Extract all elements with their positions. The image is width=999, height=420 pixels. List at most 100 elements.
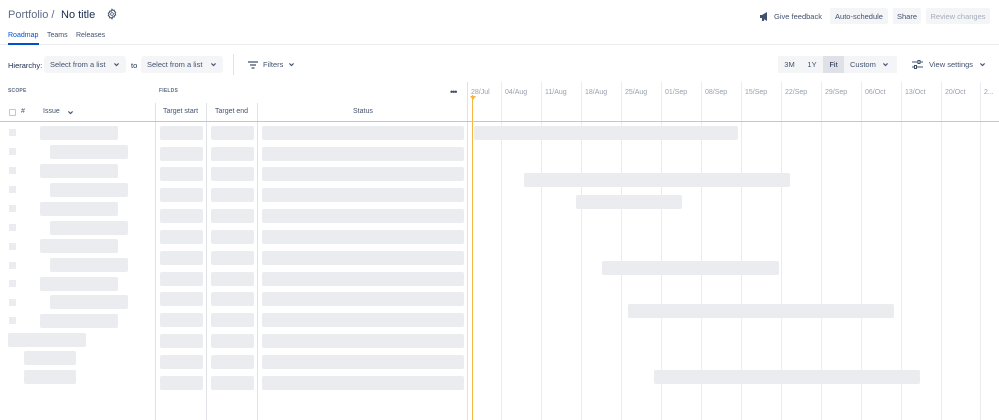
toolbar: Hierarchy: Select from a list to Select …: [0, 54, 999, 76]
row-checkbox[interactable]: [9, 243, 16, 250]
skeleton-status: [262, 147, 464, 161]
skeleton-issue: [50, 183, 128, 197]
hierarchy-from-value: Select from a list: [50, 60, 106, 69]
timeline-date-label: 08/Sep: [705, 89, 728, 96]
tab-releases[interactable]: Releases: [76, 32, 105, 39]
filters-label: Filters: [263, 60, 284, 69]
skeleton-status: [262, 313, 464, 327]
status-column-header[interactable]: Status: [353, 108, 373, 115]
skeleton-issue: [40, 202, 118, 216]
issue-column-header[interactable]: Issue: [43, 108, 60, 115]
skeleton-target-end: [211, 209, 254, 223]
row-checkbox[interactable]: [9, 280, 16, 287]
skeleton-target-start: [160, 376, 203, 390]
skeleton-timeline-bar: [654, 370, 920, 384]
target-end-column-header[interactable]: Target end: [215, 108, 248, 115]
sliders-icon: [912, 60, 923, 69]
view-settings-button[interactable]: View settings: [912, 56, 992, 73]
skeleton-target-end: [211, 272, 254, 286]
filters-button[interactable]: Filters: [248, 56, 300, 73]
range-custom-button[interactable]: Custom: [844, 56, 897, 73]
active-tab-indicator: [8, 43, 39, 45]
skeleton-status: [262, 334, 464, 348]
timeline-gridline: [980, 82, 981, 420]
timeline-date-label: 01/Sep: [665, 89, 688, 96]
tab-roadmap[interactable]: Roadmap: [8, 32, 38, 39]
gear-icon[interactable]: [106, 8, 118, 20]
skeleton-timeline-bar: [524, 173, 790, 187]
hierarchy-label: Hierarchy:: [8, 61, 43, 70]
row-checkbox[interactable]: [9, 129, 16, 136]
row-checkbox[interactable]: [9, 205, 16, 212]
row-checkbox[interactable]: [9, 148, 16, 155]
skeleton-target-start: [160, 126, 203, 140]
target-start-column-header[interactable]: Target start: [163, 108, 198, 115]
select-all-checkbox[interactable]: [9, 109, 16, 116]
skeleton-status: [262, 376, 464, 390]
tab-teams[interactable]: Teams: [47, 32, 68, 39]
skeleton-target-end: [211, 167, 254, 181]
hierarchy-from-select[interactable]: Select from a list: [44, 56, 126, 73]
skeleton-target-start: [160, 292, 203, 306]
hierarchy-to-select[interactable]: Select from a list: [141, 56, 223, 73]
range-custom-label: Custom: [850, 60, 876, 69]
page-title[interactable]: No title: [61, 9, 95, 21]
row-checkbox[interactable]: [9, 262, 16, 269]
skeleton-issue: [40, 126, 118, 140]
scope-section-label: SCOPE: [8, 88, 27, 94]
chevron-down-icon[interactable]: [67, 109, 74, 116]
column-divider: [206, 103, 207, 420]
breadcrumb[interactable]: Portfolio /: [8, 9, 54, 21]
hierarchy-to-value: Select from a list: [147, 60, 203, 69]
row-checkbox[interactable]: [9, 299, 16, 306]
chevron-down-icon: [211, 63, 216, 67]
row-checkbox[interactable]: [9, 317, 16, 324]
column-divider: [155, 103, 156, 420]
skeleton-issue: [8, 333, 86, 347]
skeleton-status: [262, 292, 464, 306]
skeleton-target-end: [211, 355, 254, 369]
range-3m-button[interactable]: 3M: [778, 56, 801, 73]
skeleton-target-end: [211, 334, 254, 348]
skeleton-issue: [24, 370, 76, 384]
chevron-down-icon: [883, 63, 888, 67]
timeline-date-label: 15/Sep: [745, 89, 768, 96]
hash-column-header: #: [21, 108, 25, 115]
timeline-date-label: 18/Aug: [585, 89, 608, 96]
timeline-gridline: [941, 82, 942, 420]
range-1y-button[interactable]: 1Y: [801, 56, 823, 73]
skeleton-status: [262, 126, 464, 140]
view-settings-label: View settings: [929, 60, 974, 69]
review-changes-button[interactable]: Review changes: [926, 8, 990, 24]
skeleton-issue: [50, 295, 128, 309]
more-options-icon[interactable]: •••: [450, 87, 458, 97]
row-checkbox[interactable]: [9, 167, 16, 174]
skeleton-timeline-bar: [576, 195, 682, 209]
chevron-down-icon: [114, 63, 119, 67]
skeleton-target-start: [160, 334, 203, 348]
skeleton-status: [262, 167, 464, 181]
toolbar-divider: [233, 54, 234, 75]
to-label: to: [131, 61, 138, 70]
skeleton-target-end: [211, 376, 254, 390]
row-checkbox[interactable]: [9, 186, 16, 193]
skeleton-status: [262, 272, 464, 286]
timeline-date-label: 11/Aug: [545, 89, 567, 96]
give-feedback-button[interactable]: Give feedback: [758, 8, 824, 24]
range-fit-button[interactable]: Fit: [823, 56, 844, 73]
tab-bar: Roadmap Teams Releases: [0, 30, 999, 45]
timeline-date-label: 04/Aug: [505, 89, 528, 96]
skeleton-issue: [24, 351, 76, 365]
skeleton-issue: [50, 221, 128, 235]
auto-schedule-button[interactable]: Auto-schedule: [830, 8, 888, 24]
row-checkbox[interactable]: [9, 224, 16, 231]
skeleton-target-start: [160, 230, 203, 244]
timeline-date-label: 20/Oct: [945, 89, 966, 96]
skeleton-timeline-bar: [474, 126, 738, 140]
timeline-date-label: 13/Oct: [905, 89, 926, 96]
timeline-date-label: 29/Sep: [825, 89, 848, 96]
skeleton-target-start: [160, 188, 203, 202]
share-button[interactable]: Share: [893, 8, 921, 24]
fields-section-label: FIELDS: [159, 88, 178, 94]
skeleton-target-end: [211, 230, 254, 244]
